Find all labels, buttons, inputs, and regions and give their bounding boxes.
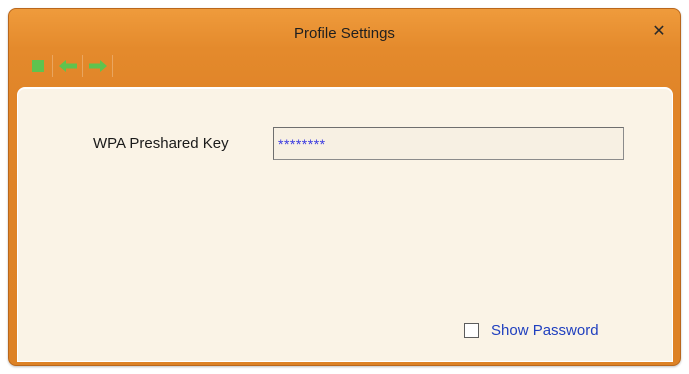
toolbar	[23, 55, 113, 77]
arrow-right-icon	[88, 60, 107, 72]
close-button[interactable]: ✕	[650, 23, 668, 41]
back-button[interactable]	[53, 55, 83, 77]
stop-button[interactable]	[23, 55, 53, 77]
show-password-toggle[interactable]: Show Password	[464, 322, 599, 339]
show-password-label[interactable]: Show Password	[491, 322, 599, 339]
arrow-left-icon	[58, 60, 77, 72]
settings-panel: WPA Preshared Key Show Password	[17, 87, 673, 362]
forward-button[interactable]	[83, 55, 113, 77]
close-icon: ✕	[652, 23, 666, 40]
wpa-key-input[interactable]	[273, 127, 624, 160]
profile-settings-window: Profile Settings ✕ WPA Preshared Key Sho…	[8, 8, 681, 366]
show-password-checkbox[interactable]	[464, 323, 479, 338]
stop-square-icon	[31, 60, 44, 72]
window-title: Profile Settings	[294, 25, 395, 42]
wpa-key-label: WPA Preshared Key	[93, 135, 229, 152]
